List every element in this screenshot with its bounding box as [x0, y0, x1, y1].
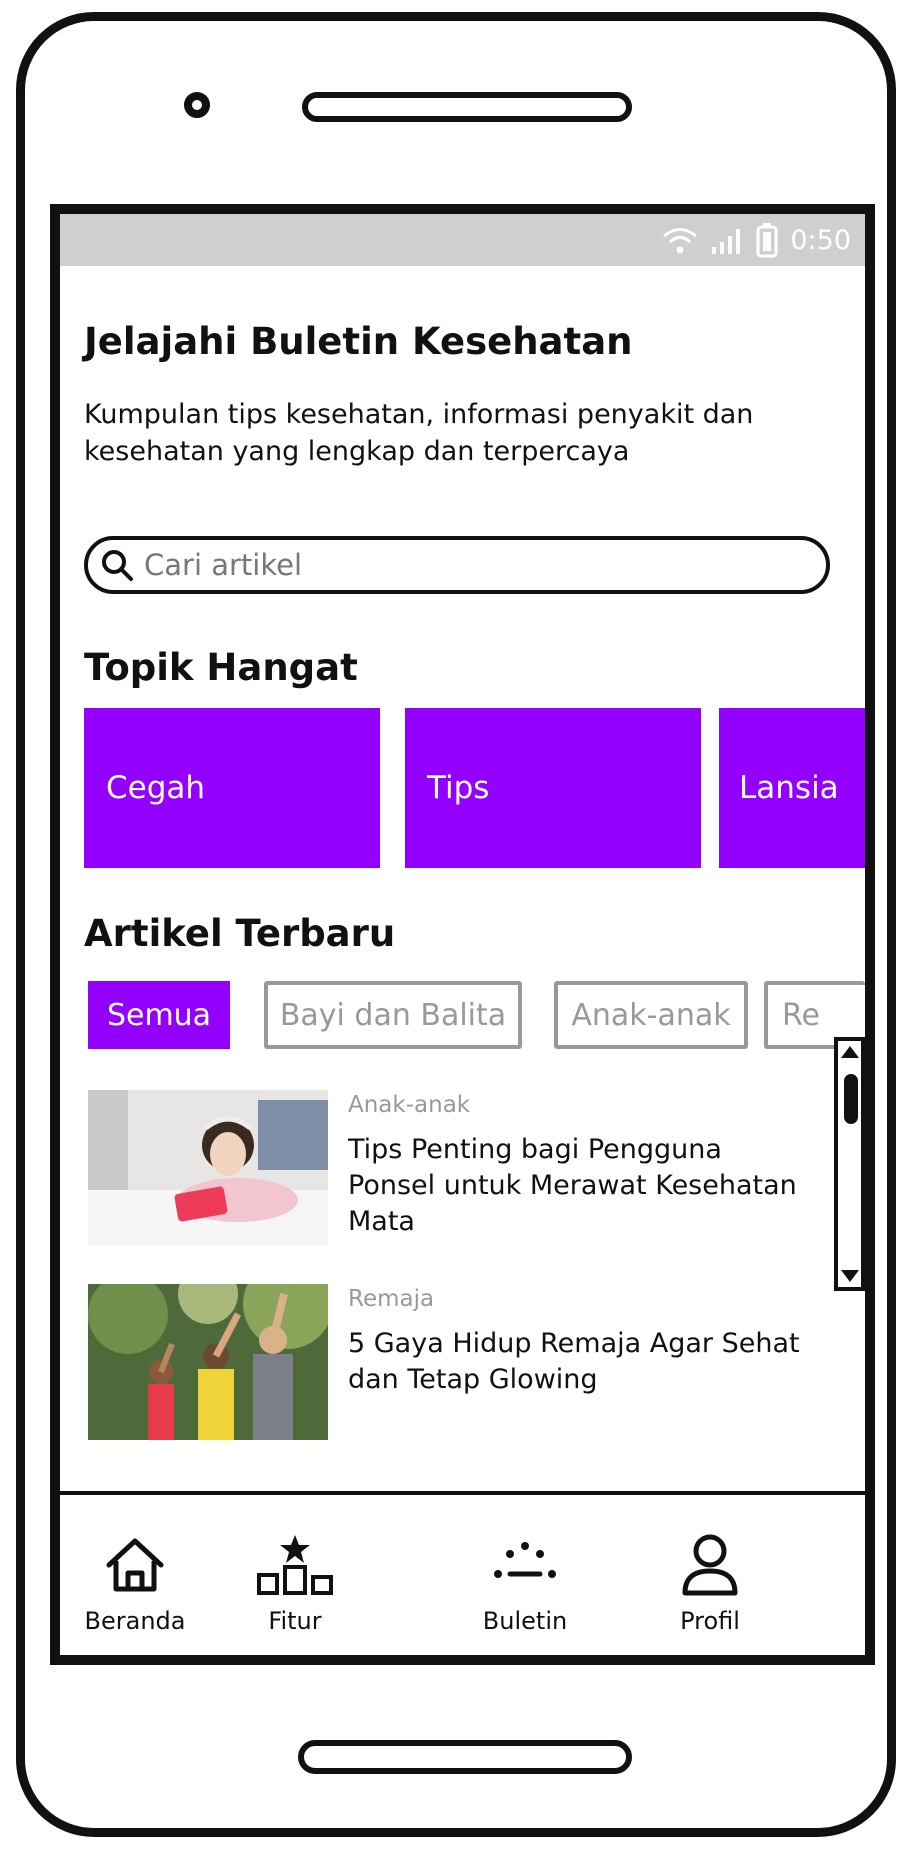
article-item[interactable]: Remaja 5 Gaya Hidup Remaja Agar Sehat da… [88, 1284, 800, 1440]
nav-item-buletin[interactable]: Buletin [460, 1495, 590, 1655]
status-time: 0:50 [790, 224, 851, 256]
nav-label: Buletin [482, 1607, 568, 1635]
filter-label: Semua [106, 997, 212, 1033]
topic-card-tips[interactable]: Tips [405, 708, 701, 868]
vertical-scrollbar[interactable] [834, 1037, 865, 1291]
battery-icon [756, 222, 778, 258]
filter-chip-semua[interactable]: Semua [88, 981, 230, 1049]
scrollbar-thumb[interactable] [844, 1074, 858, 1124]
home-icon [103, 1533, 167, 1597]
article-title: Tips Penting bagi Pengguna Ponsel untuk … [348, 1134, 797, 1237]
page-subtitle: Kumpulan tips kesehatan, informasi penya… [84, 399, 754, 467]
topic-label: Tips [427, 770, 490, 806]
search-icon [102, 550, 133, 581]
article-title: 5 Gaya Hidup Remaja Agar Sehat dan Tetap… [348, 1328, 800, 1395]
scroll-up-arrow-icon[interactable] [840, 1045, 860, 1059]
hot-topics-title: Topik Hangat [84, 646, 358, 689]
nav-item-beranda[interactable]: Beranda [80, 1495, 190, 1655]
speaker-grille [302, 92, 632, 122]
article-category: Anak-anak [348, 1092, 471, 1118]
article-thumbnail [88, 1090, 328, 1246]
app-screen: 0:50 Jelajahi Buletin Kesehatan Kumpulan… [50, 204, 875, 1665]
filter-label: Bayi dan Balita [279, 997, 507, 1033]
filter-chip-anak-anak[interactable]: Anak-anak [554, 981, 748, 1049]
search-bar[interactable] [84, 536, 830, 594]
home-button[interactable] [298, 1740, 632, 1774]
filter-chip-bayi-dan-balita[interactable]: Bayi dan Balita [264, 981, 522, 1049]
nav-label: Beranda [84, 1607, 186, 1635]
filter-label: Re [782, 997, 820, 1033]
topic-card-cegah[interactable]: Cegah [84, 708, 380, 868]
latest-articles-title: Artikel Terbaru [84, 912, 396, 955]
article-thumbnail [88, 1284, 328, 1440]
nav-label: Profil [680, 1607, 740, 1635]
page-title: Jelajahi Buletin Kesehatan [84, 320, 633, 363]
nav-item-fitur[interactable]: Fitur [240, 1495, 350, 1655]
scroll-down-arrow-icon[interactable] [840, 1269, 860, 1283]
camera-icon [184, 92, 210, 118]
status-bar: 0:50 [60, 214, 865, 266]
nav-label: Fitur [268, 1607, 322, 1635]
filter-label: Anak-anak [571, 997, 731, 1033]
nav-item-profil[interactable]: Profil [660, 1495, 760, 1655]
search-input[interactable] [142, 547, 766, 583]
bottom-navigation: Beranda Fitur Buletin Profil [60, 1491, 865, 1655]
wifi-icon [660, 225, 700, 255]
podium-star-icon [253, 1533, 337, 1597]
article-category: Remaja [348, 1286, 435, 1312]
topic-card-lansia[interactable]: Lansia [719, 708, 865, 868]
topic-label: Cegah [106, 770, 206, 806]
user-icon [680, 1533, 740, 1597]
article-item[interactable]: Anak-anak Tips Penting bagi Pengguna Pon… [88, 1090, 797, 1246]
bulletin-icon [490, 1533, 560, 1597]
signal-icon [710, 225, 746, 255]
topic-label: Lansia [739, 770, 839, 806]
